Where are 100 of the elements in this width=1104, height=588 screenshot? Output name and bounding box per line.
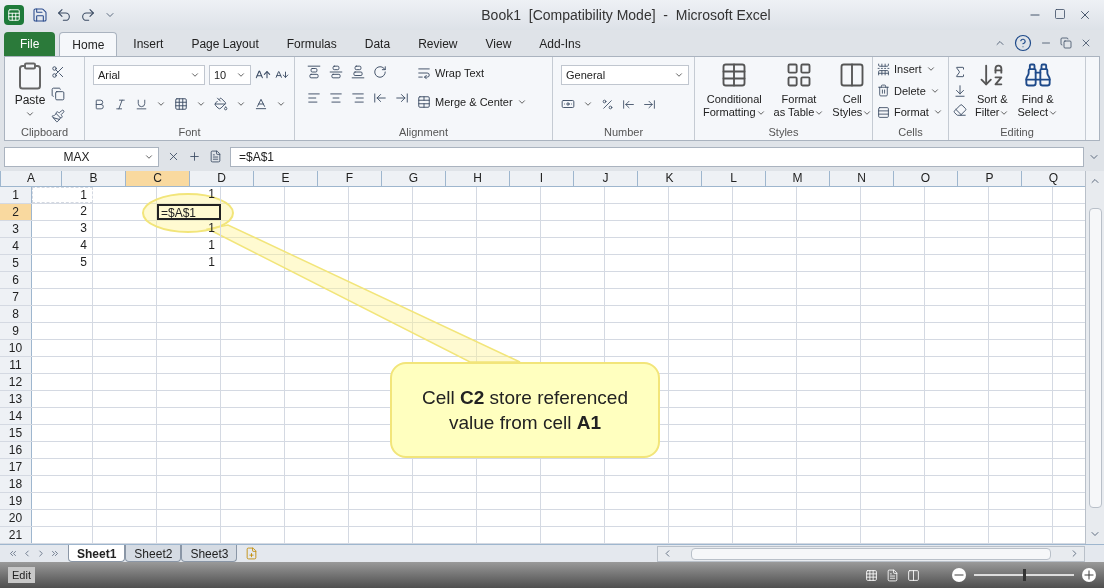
row-header[interactable]: 4 bbox=[0, 238, 32, 254]
scroll-thumb[interactable] bbox=[691, 547, 1051, 560]
caret-icon[interactable] bbox=[156, 99, 166, 109]
column-header[interactable]: I bbox=[510, 171, 574, 186]
caret-icon[interactable] bbox=[236, 70, 246, 80]
column-header[interactable]: N bbox=[830, 171, 894, 186]
bold-icon[interactable] bbox=[93, 97, 106, 111]
row-header[interactable]: 11 bbox=[0, 357, 32, 373]
row-header[interactable]: 17 bbox=[0, 459, 32, 475]
borders-icon[interactable] bbox=[174, 97, 188, 111]
column-header[interactable]: P bbox=[958, 171, 1022, 186]
fill-color-icon[interactable] bbox=[214, 97, 228, 111]
ribbon-tab[interactable]: View bbox=[473, 32, 524, 56]
caret-icon[interactable] bbox=[190, 70, 200, 80]
styles-button[interactable]: Cell Styles bbox=[832, 61, 873, 124]
caret-icon[interactable] bbox=[583, 99, 593, 109]
ribbon-tab[interactable]: Review bbox=[406, 32, 470, 56]
row-header[interactable]: 5 bbox=[0, 255, 32, 271]
maximize-icon[interactable] bbox=[1054, 8, 1066, 20]
underline-icon[interactable] bbox=[135, 97, 148, 111]
percent-icon[interactable] bbox=[601, 97, 614, 111]
row-header[interactable]: 19 bbox=[0, 493, 32, 509]
row-header[interactable]: 1 bbox=[0, 187, 32, 203]
cut-icon[interactable] bbox=[51, 65, 65, 79]
restore-icon[interactable] bbox=[1060, 37, 1072, 49]
close-icon[interactable] bbox=[1078, 8, 1092, 22]
editing-cell[interactable]: =$A$1 bbox=[157, 204, 221, 220]
font-color-icon[interactable] bbox=[254, 97, 268, 111]
file-tab[interactable]: File bbox=[4, 32, 56, 56]
font-name-dropdown[interactable]: Arial bbox=[93, 65, 205, 85]
wrap-text-icon[interactable] bbox=[417, 66, 431, 81]
middle-align-icon[interactable] bbox=[329, 65, 343, 79]
column-header[interactable]: F bbox=[318, 171, 382, 186]
row-header[interactable]: 10 bbox=[0, 340, 32, 356]
cells-button[interactable]: Delete bbox=[877, 82, 943, 99]
editing-button[interactable]: Find & Select bbox=[1017, 61, 1059, 124]
paste-button[interactable]: Paste bbox=[9, 61, 51, 124]
top-align-icon[interactable] bbox=[307, 65, 321, 79]
column-header[interactable]: G bbox=[382, 171, 446, 186]
page-break-view-icon[interactable] bbox=[907, 568, 920, 582]
caret-icon[interactable] bbox=[674, 70, 684, 80]
trash-icon[interactable] bbox=[877, 84, 890, 98]
row-header[interactable]: 13 bbox=[0, 391, 32, 407]
cells-button[interactable]: Insert bbox=[877, 61, 943, 78]
column-header[interactable]: K bbox=[638, 171, 702, 186]
formula-input[interactable]: =$A$1 bbox=[230, 146, 1084, 167]
row-header[interactable]: 6 bbox=[0, 272, 32, 288]
merge-center-button[interactable]: Merge & Center bbox=[417, 93, 527, 110]
align-left-icon[interactable] bbox=[307, 91, 321, 105]
fill-icon[interactable] bbox=[953, 84, 967, 98]
last-sheet-icon[interactable] bbox=[50, 548, 60, 559]
name-box[interactable]: MAX bbox=[4, 146, 159, 167]
caret-icon[interactable] bbox=[236, 99, 246, 109]
column-header[interactable]: O bbox=[894, 171, 958, 186]
column-header[interactable]: J bbox=[574, 171, 638, 186]
ribbon-tab[interactable]: Home bbox=[59, 32, 118, 56]
bottom-align-icon[interactable] bbox=[351, 65, 365, 79]
column-header[interactable]: D bbox=[190, 171, 254, 186]
zoom-in-icon[interactable] bbox=[1082, 568, 1096, 582]
help-icon[interactable] bbox=[1014, 34, 1032, 52]
caret-icon[interactable] bbox=[25, 109, 35, 119]
horizontal-scrollbar[interactable] bbox=[657, 545, 1085, 562]
decrease-indent-icon[interactable] bbox=[373, 91, 387, 105]
page-layout-view-icon[interactable] bbox=[886, 568, 899, 582]
insert-rows-icon[interactable] bbox=[877, 62, 890, 76]
row-header[interactable]: 15 bbox=[0, 425, 32, 441]
save-icon[interactable] bbox=[32, 7, 48, 23]
font-size-dropdown[interactable]: 10 bbox=[209, 65, 251, 85]
column-header[interactable]: A bbox=[1, 171, 62, 186]
scroll-thumb[interactable] bbox=[1088, 207, 1102, 508]
editing-button[interactable]: Sort & Filter bbox=[975, 61, 1010, 124]
currency-icon[interactable] bbox=[561, 97, 575, 111]
sheet-tab[interactable]: Sheet2 bbox=[125, 545, 182, 562]
align-center-icon[interactable] bbox=[329, 91, 343, 105]
zoom-out-icon[interactable] bbox=[952, 568, 966, 582]
column-header[interactable]: H bbox=[446, 171, 510, 186]
merge-cells-icon[interactable] bbox=[417, 94, 431, 109]
first-sheet-icon[interactable] bbox=[8, 548, 18, 559]
caret-icon[interactable] bbox=[276, 99, 286, 109]
number-format-dropdown[interactable]: General bbox=[561, 65, 689, 85]
column-header[interactable]: E bbox=[254, 171, 318, 186]
rows-icon[interactable] bbox=[877, 105, 890, 119]
styles-button[interactable]: Format as Table bbox=[773, 61, 825, 124]
normal-view-icon[interactable] bbox=[865, 568, 878, 582]
clear-icon[interactable] bbox=[953, 103, 967, 117]
row-header[interactable]: 20 bbox=[0, 510, 32, 526]
autosum-icon[interactable] bbox=[953, 65, 967, 79]
ribbon-tab[interactable]: Page Layout bbox=[179, 32, 271, 56]
row-header[interactable]: 18 bbox=[0, 476, 32, 492]
zoom-thumb[interactable] bbox=[1022, 569, 1026, 581]
row-header[interactable]: 2 bbox=[0, 204, 32, 220]
styles-button[interactable]: Conditional Formatting bbox=[703, 61, 766, 124]
spreadsheet-logo-icon[interactable] bbox=[4, 5, 24, 25]
sheet-tab[interactable]: Sheet1 bbox=[68, 545, 126, 562]
zoom-slider[interactable] bbox=[974, 568, 1074, 582]
row-header[interactable]: 8 bbox=[0, 306, 32, 322]
row-header[interactable]: 12 bbox=[0, 374, 32, 390]
column-header[interactable]: M bbox=[766, 171, 830, 186]
format-painter-icon[interactable] bbox=[51, 109, 65, 123]
increase-indent-icon[interactable] bbox=[395, 91, 409, 105]
